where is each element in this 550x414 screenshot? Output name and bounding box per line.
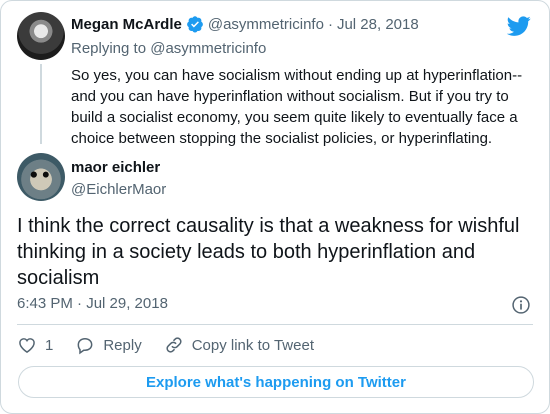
like-button[interactable]: 1 xyxy=(17,335,53,355)
parent-author-handle[interactable]: @asymmetricinfo xyxy=(208,16,324,33)
reply-button[interactable]: Reply xyxy=(75,335,142,355)
tweet-timestamp[interactable]: 6:43 PM · Jul 29, 2018 xyxy=(17,295,168,312)
explore-twitter-button[interactable]: Explore what's happening on Twitter xyxy=(18,366,534,398)
parent-tweet-date[interactable]: Jul 28, 2018 xyxy=(337,16,419,33)
author-avatar[interactable] xyxy=(17,153,65,201)
thread-connector-line xyxy=(40,64,42,144)
reply-label: Reply xyxy=(103,336,142,354)
heart-icon xyxy=(19,338,35,353)
tweet-actions: 1 Reply Copy link to Tweet xyxy=(17,335,336,355)
parent-tweet-text: So yes, you can have socialism without e… xyxy=(71,67,523,147)
parent-tweet-header: Megan McArdle @asymmetricinfo · Jul 28, … xyxy=(71,15,419,33)
like-count: 1 xyxy=(45,336,54,354)
author-name[interactable]: maor eichler xyxy=(71,159,160,176)
parent-author-avatar[interactable] xyxy=(17,12,65,60)
link-icon xyxy=(166,337,182,353)
embedded-tweet-card: Megan McArdle @asymmetricinfo · Jul 28, … xyxy=(0,0,550,414)
verified-badge-icon xyxy=(186,16,203,33)
tweet-text: I think the correct causality is that a … xyxy=(17,215,520,289)
reply-bubble-icon xyxy=(77,337,93,355)
twitter-bird-icon[interactable] xyxy=(507,14,531,38)
action-divider xyxy=(17,324,533,325)
info-icon[interactable] xyxy=(511,295,531,315)
copy-link-label: Copy link to Tweet xyxy=(191,336,314,354)
header-separator: · xyxy=(327,15,333,33)
copy-link-button[interactable]: Copy link to Tweet xyxy=(164,335,314,355)
author-handle[interactable]: @EichlerMaor xyxy=(71,181,166,198)
replying-to-label[interactable]: Replying to @asymmetricinfo xyxy=(71,40,266,57)
parent-author-name[interactable]: Megan McArdle xyxy=(71,16,182,33)
